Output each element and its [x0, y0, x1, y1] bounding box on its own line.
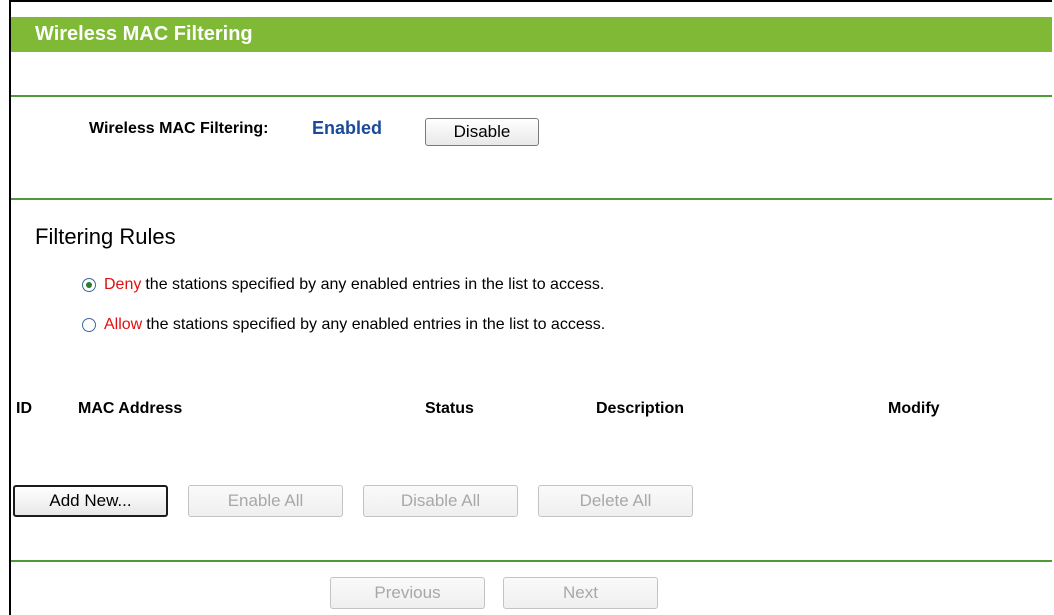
filtering-rules-heading: Filtering Rules [35, 224, 176, 249]
allow-description: the stations specified by any enabled en… [146, 316, 606, 333]
delete-all-button[interactable]: Delete All [538, 485, 693, 517]
page-title: Wireless MAC Filtering [11, 17, 1052, 52]
deny-radio[interactable] [82, 278, 96, 292]
disable-all-button[interactable]: Disable All [363, 485, 518, 517]
column-header-id: ID [16, 400, 32, 417]
divider [11, 560, 1052, 562]
column-header-modify: Modify [888, 400, 940, 417]
divider [11, 95, 1052, 97]
column-header-description: Description [596, 400, 685, 417]
column-header-mac-address: MAC Address [78, 400, 183, 417]
disable-filtering-button[interactable]: Disable [425, 118, 539, 146]
mac-filtering-status: Enabled [312, 118, 383, 138]
deny-rule-option[interactable]: Deny the stations specified by any enabl… [82, 274, 604, 296]
mac-filtering-label: Wireless MAC Filtering: [89, 120, 269, 137]
allow-radio[interactable] [82, 318, 96, 332]
deny-description: the stations specified by any enabled en… [145, 276, 605, 293]
enable-all-button[interactable]: Enable All [188, 485, 343, 517]
allow-keyword: Allow [104, 316, 143, 333]
divider [11, 198, 1052, 200]
add-new-button[interactable]: Add New... [13, 485, 168, 517]
column-header-status: Status [425, 400, 474, 417]
page-frame [9, 0, 1052, 615]
previous-button[interactable]: Previous [330, 577, 485, 609]
allow-rule-option[interactable]: Allow the stations specified by any enab… [82, 314, 605, 336]
next-button[interactable]: Next [503, 577, 658, 609]
deny-keyword: Deny [104, 276, 142, 293]
